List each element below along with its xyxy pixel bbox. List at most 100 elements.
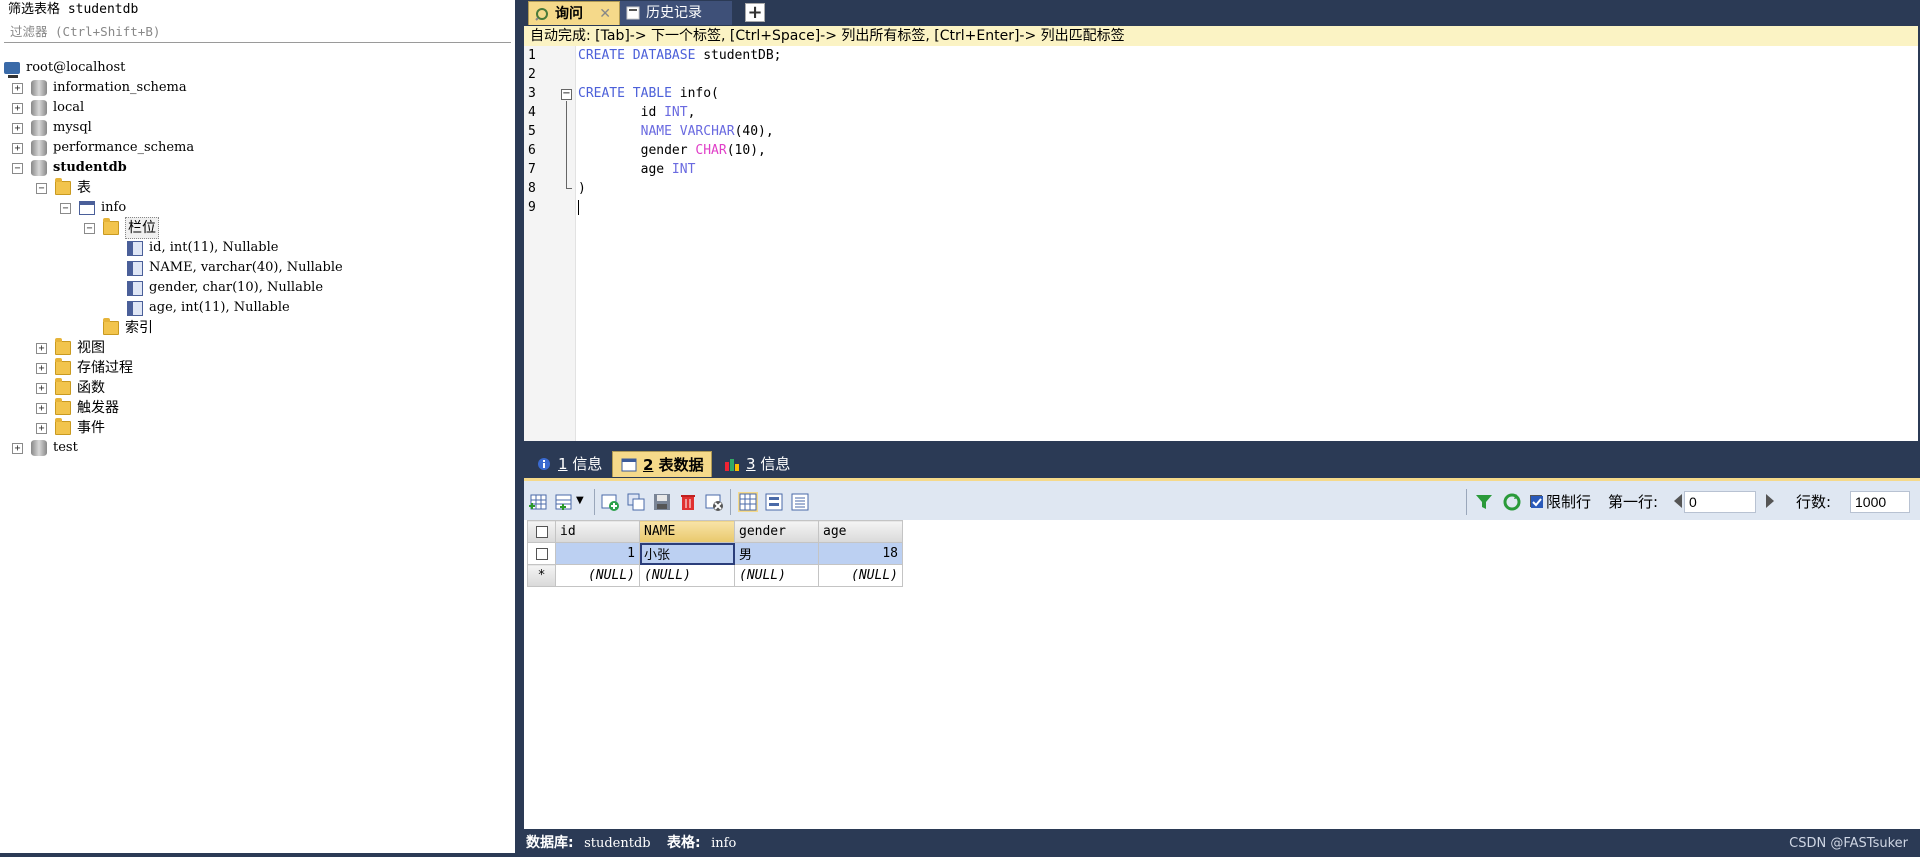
autocomplete-hint: 自动完成: [Tab]-> 下一个标签, [Ctrl+Space]-> 列出所有… [524, 26, 1918, 46]
grid-cell[interactable]: 男 [734, 542, 819, 565]
expand-icon[interactable]: + [12, 102, 23, 114]
table-row[interactable]: 1 小张 男 18 [527, 542, 903, 565]
refresh-icon[interactable] [1502, 492, 1522, 512]
tree-item-label: 索引 [125, 320, 153, 336]
tab-table-data[interactable]: 2 表数据 [612, 451, 712, 477]
tree-item-folder[interactable]: + 存储过程 [4, 358, 511, 378]
tree-item-indexes[interactable]: 索引 [4, 318, 511, 338]
tree-item-db[interactable]: + information_schema [4, 78, 511, 98]
tree-item-label: mysql [53, 120, 92, 135]
first-row-input[interactable]: 0 [1684, 491, 1756, 513]
tree-item-folder[interactable]: + 事件 [4, 418, 511, 438]
tree-item-table-info[interactable]: − info [4, 198, 511, 218]
tree-item-folder[interactable]: + 函数 [4, 378, 511, 398]
limit-rows-checkbox[interactable] [1530, 495, 1543, 508]
expand-icon[interactable]: + [36, 362, 47, 374]
column-header[interactable]: age [818, 520, 903, 543]
cancel-changes-icon[interactable] [704, 492, 724, 512]
filter-icon[interactable] [1474, 492, 1494, 512]
object-browser: 筛选表格 studentdb 过滤器 (Ctrl+Shift+B) root@l… [0, 0, 518, 853]
rows-count-input[interactable]: 1000 [1850, 491, 1910, 513]
info-chart-icon [725, 459, 739, 471]
tree-item-label: local [53, 100, 85, 115]
tree-item-folder[interactable]: + 触发器 [4, 398, 511, 418]
add-tab-button[interactable]: + [745, 3, 765, 22]
tree-item-tables[interactable]: − 表 [4, 178, 511, 198]
expand-icon[interactable]: + [12, 442, 23, 454]
chevron-down-icon[interactable]: ▼ [576, 495, 584, 506]
tab-number: 1 [558, 455, 568, 473]
collapse-icon[interactable]: − [36, 182, 47, 194]
tree-item-column[interactable]: gender, char(10), Nullable [4, 278, 511, 298]
tree-item-column[interactable]: id, int(11), Nullable [4, 238, 511, 258]
grid-cell[interactable]: 18 [818, 542, 903, 565]
line-number: 9 [528, 200, 536, 215]
new-row[interactable]: * (NULL) (NULL) (NULL) (NULL) [527, 564, 903, 587]
fold-toggle-icon[interactable]: − [561, 89, 572, 100]
filter-input[interactable]: 过滤器 (Ctrl+Shift+B) [4, 21, 511, 43]
toolbar-separator [1466, 489, 1467, 515]
expand-icon[interactable]: + [36, 342, 47, 354]
expand-icon[interactable]: + [12, 142, 23, 154]
expand-icon[interactable]: + [36, 382, 47, 394]
row-select-cell[interactable] [527, 542, 556, 565]
column-header[interactable]: NAME [639, 520, 735, 543]
spacer [108, 262, 119, 274]
expand-icon[interactable]: + [36, 402, 47, 414]
close-icon[interactable]: ✕ [599, 2, 611, 26]
grid-cell[interactable]: 1 [555, 542, 640, 565]
delete-icon[interactable] [678, 492, 698, 512]
row-checkbox[interactable] [535, 547, 548, 560]
tree-item-db[interactable]: + mysql [4, 118, 511, 138]
previous-page-icon[interactable] [1674, 494, 1682, 508]
tree-item-db[interactable]: + local [4, 98, 511, 118]
tree-item-column[interactable]: NAME, varchar(40), Nullable [4, 258, 511, 278]
tab-query[interactable]: 询问 ✕ [528, 1, 620, 25]
save-icon[interactable] [652, 492, 672, 512]
tree-item-columns[interactable]: − 栏位 [4, 217, 511, 239]
expand-icon[interactable]: + [36, 422, 47, 434]
grid-cell[interactable]: 小张 [639, 542, 735, 565]
tree-item-label: info [101, 200, 127, 215]
collapse-icon[interactable]: − [84, 222, 95, 234]
spacer [108, 282, 119, 294]
tab-info-3[interactable]: 3 信息 [716, 451, 802, 477]
collapse-icon[interactable]: − [12, 162, 23, 174]
tree-item-db[interactable]: + performance_schema [4, 138, 511, 158]
expand-icon[interactable]: + [12, 122, 23, 134]
tree-item-studentdb[interactable]: − studentdb [4, 158, 511, 178]
database-icon [31, 120, 47, 136]
expand-icon[interactable]: + [12, 82, 23, 94]
grid-cell[interactable]: (NULL) [734, 564, 819, 587]
sql-editor[interactable]: 1 CREATE DATABASE studentDB; 2 3 CREATE TA… [524, 46, 1918, 441]
select-all-cell[interactable] [527, 520, 556, 543]
column-icon [127, 240, 143, 256]
grid-cell[interactable]: (NULL) [555, 564, 640, 587]
grid-cell[interactable]: (NULL) [639, 564, 735, 587]
tree-item-column[interactable]: age, int(11), Nullable [4, 298, 511, 318]
tab-history[interactable]: 历史记录 [620, 1, 732, 25]
editor-tabbar: 询问 ✕ 历史记录 + [524, 0, 1920, 25]
select-all-checkbox[interactable] [535, 525, 548, 538]
insert-template-icon[interactable] [554, 492, 574, 512]
text-view-icon[interactable] [790, 492, 810, 512]
grid-view-icon[interactable] [738, 492, 758, 512]
grid-cell[interactable]: (NULL) [818, 564, 903, 587]
form-view-icon[interactable] [764, 492, 784, 512]
copy-record-icon[interactable] [626, 492, 646, 512]
column-header[interactable]: id [555, 520, 640, 543]
next-page-icon[interactable] [1766, 494, 1774, 508]
collapse-icon[interactable]: − [60, 202, 71, 214]
insert-row-icon[interactable] [528, 492, 548, 512]
tab-info-1[interactable]: 1 信息 [528, 451, 612, 477]
tree-item-label: studentdb [53, 160, 127, 175]
tree-item-db[interactable]: + test [4, 438, 511, 458]
tree-root[interactable]: root@localhost [4, 58, 511, 78]
fold-guide [566, 188, 572, 189]
column-header[interactable]: gender [734, 520, 819, 543]
folder-icon [55, 418, 71, 435]
toolbar-separator [594, 489, 595, 515]
tree-item-folder[interactable]: + 视图 [4, 338, 511, 358]
add-record-icon[interactable] [600, 492, 620, 512]
tree-item-label: 触发器 [77, 400, 119, 416]
